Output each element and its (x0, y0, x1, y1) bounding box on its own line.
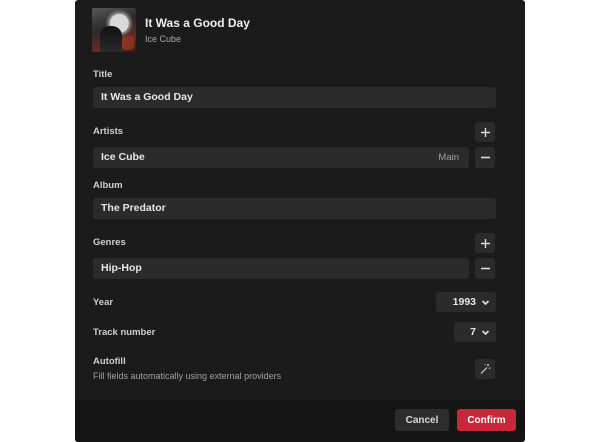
chevron-down-icon (481, 329, 490, 335)
remove-artist-button[interactable] (475, 147, 495, 168)
plus-icon (480, 127, 490, 137)
year-value: 1993 (452, 296, 476, 308)
minus-icon (480, 156, 490, 159)
genres-label: Genres (93, 237, 126, 248)
dialog-footer: Cancel Confirm (75, 400, 525, 442)
album-cover (92, 8, 136, 52)
plus-icon (480, 238, 490, 248)
album-label: Album (93, 180, 123, 191)
header-track-artist: Ice Cube (145, 34, 182, 44)
add-artist-button[interactable] (475, 122, 495, 142)
add-genre-button[interactable] (475, 233, 495, 253)
confirm-button[interactable]: Confirm (457, 409, 516, 431)
artist-item[interactable]: Ice Cube Main (93, 147, 469, 168)
header-track-title: It Was a Good Day (145, 16, 250, 30)
minus-icon (480, 267, 490, 270)
remove-genre-button[interactable] (475, 258, 495, 279)
title-field[interactable]: It Was a Good Day (93, 87, 496, 108)
autofill-label: Autofill (93, 356, 126, 367)
track-number-value: 7 (470, 326, 476, 338)
album-field[interactable]: The Predator (93, 198, 496, 219)
title-label: Title (93, 69, 113, 80)
track-number-select[interactable]: 7 (454, 322, 496, 342)
chevron-down-icon (481, 299, 490, 305)
magic-wand-icon (480, 364, 491, 374)
autofill-description: Fill fields automatically using external… (93, 371, 282, 381)
autofill-button[interactable] (475, 359, 495, 379)
year-select[interactable]: 1993 (436, 292, 496, 312)
dialog-header: It Was a Good Day Ice Cube (92, 8, 250, 52)
year-label: Year (93, 297, 114, 308)
track-number-label: Track number (93, 327, 156, 338)
genre-item[interactable]: Hip-Hop (93, 258, 469, 279)
edit-track-dialog: It Was a Good Day Ice Cube Title It Was … (75, 0, 525, 442)
cancel-button[interactable]: Cancel (395, 409, 449, 431)
artist-name: Ice Cube (101, 151, 145, 163)
artists-label: Artists (93, 126, 124, 137)
artist-role: Main (438, 152, 459, 163)
